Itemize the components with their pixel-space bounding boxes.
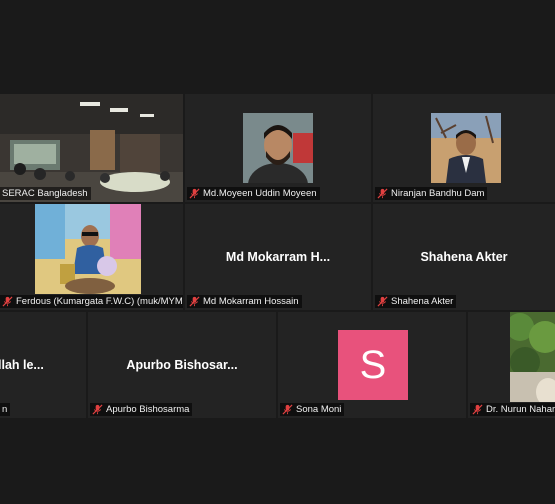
video-tile-ullah[interactable]: llah le... n [0,312,86,418]
participant-display-name: Apurbo Bishosar... [126,358,238,372]
video-tile-moyeen[interactable]: Md.Moyeen Uddin Moyeen [185,94,371,202]
participant-display-name: Md Mokarram H... [225,250,331,264]
video-tile-apurbo[interactable]: Apurbo Bishosar... Apurbo Bishosarma [88,312,276,418]
meeting-gallery: { "participants": { "serac": { "label": … [0,0,555,504]
muted-mic-icon [2,296,13,307]
participant-name-label: Md Mokarram Hossain [187,295,302,308]
video-tile-nurun[interactable]: Dr. Nurun Nahar [468,312,555,418]
participant-photo [431,113,501,183]
muted-mic-icon [377,188,388,199]
video-tile-serac-bangladesh[interactable]: SERAC Bangladesh [0,94,183,202]
muted-mic-icon [189,188,200,199]
muted-mic-icon [282,404,293,415]
video-tile-mokarram[interactable]: Md Mokarram H... Md Mokarram Hossain [185,204,371,310]
muted-mic-icon [92,404,103,415]
participant-photo [510,312,555,402]
participant-name-label: n [0,403,11,416]
video-tile-sona[interactable]: S Sona Moni [278,312,466,418]
muted-mic-icon [472,404,483,415]
participant-name-label: Sona Moni [280,403,345,416]
participant-name-label: Niranjan Bandhu Dam [375,187,488,200]
participant-name-label: Apurbo Bishosarma [90,403,193,416]
muted-mic-icon [189,296,200,307]
muted-mic-icon [377,296,388,307]
participant-name-label: SERAC Bangladesh [0,187,91,200]
participant-name-label: Dr. Nurun Nahar [470,403,555,416]
participant-name-label: Ferdous (Kumargata F.W.C) (muk/MYM) [0,295,183,308]
participant-photo [35,204,141,294]
video-tile-niranjan[interactable]: Niranjan Bandhu Dam [373,94,555,202]
avatar: S [338,330,408,400]
participant-photo [243,113,313,183]
conference-room-video [0,94,183,202]
video-tile-ferdous[interactable]: Ferdous (Kumargata F.W.C) (muk/MYM) [0,204,183,310]
participant-name-label: Md.Moyeen Uddin Moyeen [187,187,320,200]
participant-display-name: Shahena Akter [420,250,508,264]
participant-name-label: Shahena Akter [375,295,457,308]
video-tile-shahena[interactable]: Shahena Akter Shahena Akter [373,204,555,310]
participant-display-name: llah le... [0,358,44,372]
